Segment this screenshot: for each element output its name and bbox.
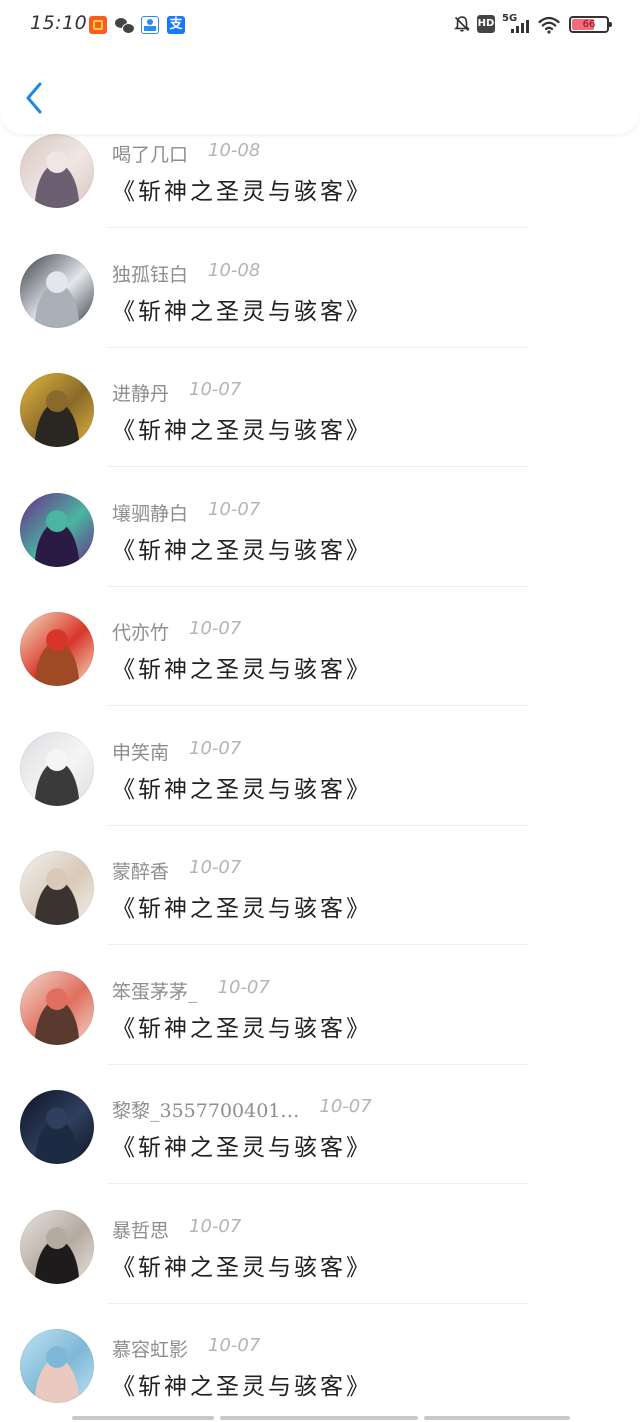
avatar[interactable]: [20, 373, 94, 447]
avatar[interactable]: [20, 851, 94, 925]
book-title[interactable]: 《斩神之圣灵与骇客》: [112, 292, 372, 326]
comment-date: 10-07: [189, 379, 242, 400]
divider: [108, 1063, 528, 1065]
header: 15:10 支 HD 5G 66: [0, 0, 640, 134]
book-title[interactable]: 《斩神之圣灵与骇客》: [112, 1248, 372, 1282]
divider: [108, 1302, 528, 1304]
comment-row[interactable]: 独孤钰白 10-08 《斩神之圣灵与骇客》: [0, 240, 640, 360]
wechat-icon: [115, 16, 135, 34]
avatar[interactable]: [20, 612, 94, 686]
divider: [108, 227, 528, 228]
wifi-icon: [538, 16, 560, 34]
avatar[interactable]: [20, 1329, 94, 1403]
comment-row[interactable]: 蒙醉香 10-07 《斩神之圣灵与骇客》: [0, 837, 640, 957]
scroll-indicator: [72, 1416, 214, 1420]
book-title[interactable]: 《斩神之圣灵与骇客》: [112, 770, 372, 804]
user-name[interactable]: 喝了几口: [112, 140, 188, 167]
comment-date: 10-07: [208, 498, 261, 520]
book-title[interactable]: 《斩神之圣灵与骇客》: [112, 172, 372, 206]
user-name[interactable]: 代亦竹: [112, 618, 169, 645]
book-title[interactable]: 《斩神之圣灵与骇客》: [112, 1128, 372, 1162]
divider: [108, 1183, 528, 1184]
battery-icon: 66: [569, 16, 612, 33]
scroll-indicator: [424, 1416, 570, 1420]
comment-row[interactable]: 申笑南 10-07 《斩神之圣灵与骇客》: [0, 718, 640, 838]
comment-list: 喝了几口 10-08 《斩神之圣灵与骇客》 独孤钰白 10-08 《斩神之圣灵与骇客》 进静…: [0, 120, 640, 1422]
book-title[interactable]: 《斩神之圣灵与骇客》: [112, 1367, 372, 1401]
book-title[interactable]: 《斩神之圣灵与骇客》: [112, 1009, 372, 1043]
divider: [108, 585, 528, 587]
comment-row[interactable]: 喝了几口 10-08 《斩神之圣灵与骇客》: [0, 120, 640, 240]
comment-date: 10-07: [189, 1215, 242, 1237]
signal-icon: 5G: [502, 13, 532, 35]
user-name[interactable]: 笨蛋茅茅_: [112, 977, 198, 1004]
comment-date: 10-08: [208, 140, 261, 161]
comment-date: 10-07: [319, 1096, 372, 1117]
battery-level: 66: [582, 19, 596, 30]
book-title[interactable]: 《斩神之圣灵与骇客》: [112, 411, 372, 445]
comment-date: 10-07: [189, 618, 242, 639]
avatar[interactable]: [20, 134, 94, 208]
map-icon: [141, 16, 159, 34]
taobao-icon: [89, 16, 107, 34]
divider: [108, 466, 528, 467]
avatar[interactable]: [20, 731, 94, 806]
avatar[interactable]: [20, 253, 94, 328]
user-name[interactable]: 暴哲思: [112, 1216, 169, 1243]
user-name[interactable]: 黎黎_3557700401…: [112, 1096, 299, 1123]
divider: [108, 944, 528, 945]
bell-off-icon: [453, 15, 471, 33]
user-name[interactable]: 蒙醉香: [112, 857, 169, 884]
user-name[interactable]: 壤驷静白: [112, 499, 188, 526]
comment-date: 10-07: [217, 976, 270, 998]
network-type: 5G: [502, 13, 518, 24]
comment-row[interactable]: 壤驷静白 10-07 《斩神之圣灵与骇客》: [0, 479, 640, 599]
comment-row[interactable]: 代亦竹 10-07 《斩神之圣灵与骇客》: [0, 598, 640, 718]
book-title[interactable]: 《斩神之圣灵与骇客》: [112, 531, 372, 565]
comment-date: 10-07: [189, 737, 242, 759]
chevron-left-icon: [26, 82, 42, 114]
comment-row[interactable]: 暴哲思 10-07 《斩神之圣灵与骇客》: [0, 1196, 640, 1316]
back-button[interactable]: [16, 76, 56, 120]
user-name[interactable]: 慕容虹影: [112, 1335, 188, 1362]
comment-list-screen: 15:10 支 HD 5G 66 喝了几口 10-08 《斩神之圣灵与骇客》 独…: [0, 0, 640, 1422]
comment-date: 10-08: [208, 259, 261, 281]
book-title[interactable]: 《斩神之圣灵与骇客》: [112, 889, 372, 923]
user-name[interactable]: 进静丹: [112, 379, 169, 406]
comment-row[interactable]: 黎黎_3557700401… 10-07 《斩神之圣灵与骇客》: [0, 1076, 640, 1196]
alipay-icon: 支: [167, 16, 185, 34]
divider: [108, 346, 528, 348]
comment-row[interactable]: 进静丹 10-07 《斩神之圣灵与骇客》: [0, 359, 640, 479]
divider: [108, 824, 528, 826]
book-title[interactable]: 《斩神之圣灵与骇客》: [112, 650, 372, 684]
user-name[interactable]: 独孤钰白: [112, 260, 188, 287]
user-name[interactable]: 申笑南: [112, 738, 169, 765]
divider: [108, 705, 528, 706]
comment-date: 10-07: [208, 1335, 261, 1356]
status-time: 15:10: [30, 12, 88, 34]
avatar[interactable]: [20, 1209, 94, 1284]
avatar[interactable]: [20, 492, 94, 567]
status-bar: 15:10 支 HD 5G 66: [0, 0, 640, 48]
avatar[interactable]: [20, 1090, 94, 1164]
hd-icon: HD: [477, 15, 495, 33]
scroll-indicator: [220, 1416, 418, 1420]
comment-date: 10-07: [189, 857, 242, 878]
comment-row[interactable]: 笨蛋茅茅_ 10-07 《斩神之圣灵与骇客》: [0, 957, 640, 1077]
avatar[interactable]: [20, 970, 94, 1045]
comment-row[interactable]: 慕容虹影 10-07 《斩神之圣灵与骇客》: [0, 1315, 640, 1422]
